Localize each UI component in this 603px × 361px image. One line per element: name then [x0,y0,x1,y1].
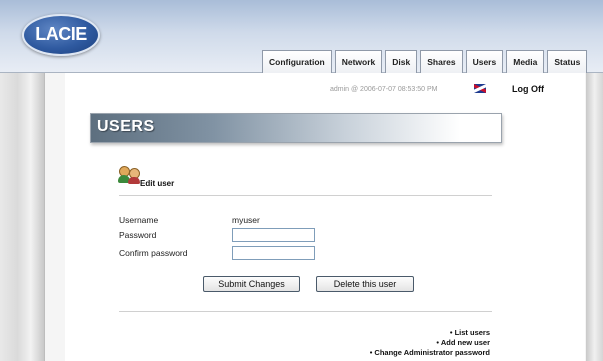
tab-media[interactable]: Media [506,50,545,73]
lacie-logo[interactable]: LACIE [22,14,100,56]
uk-flag-icon[interactable] [474,84,486,93]
divider-top [119,195,492,196]
confirm-password-field[interactable] [232,246,315,260]
change-admin-password-link[interactable]: • Change Administrator password [370,348,490,357]
session-status: admin @ 2006-07-07 08:53:50 PM [330,86,438,93]
tab-network[interactable]: Network [334,50,383,73]
username-value: myuser [232,215,260,225]
header-band: LACIE Configuration Network Disk Shares … [0,0,603,73]
password-field[interactable] [232,228,315,242]
add-new-user-link[interactable]: • Add new user [436,338,490,347]
main-nav-tabs: Configuration Network Disk Shares Users … [262,48,588,73]
tab-users[interactable]: Users [465,50,504,73]
logo-text: LACIE [35,24,87,44]
tab-configuration[interactable]: Configuration [262,50,332,73]
confirm-password-label: Confirm password [119,248,188,258]
tab-disk[interactable]: Disk [385,50,418,73]
tab-shares[interactable]: Shares [420,50,463,73]
list-users-link[interactable]: • List users [450,328,490,337]
page-title-bar: USERS [90,113,502,143]
logoff-link[interactable]: Log Off [512,84,544,94]
section-title: Edit user [140,179,175,188]
tab-status[interactable]: Status [547,50,588,73]
page-title: USERS [97,118,155,135]
submit-changes-button[interactable]: Submit Changes [203,276,300,292]
divider-bottom [119,311,492,312]
password-label: Password [119,230,157,240]
left-rail [0,73,45,361]
users-icon [118,166,141,184]
username-label: Username [119,215,159,225]
delete-user-button[interactable]: Delete this user [316,276,414,292]
lacie-admin-page: LACIE Configuration Network Disk Shares … [0,0,603,361]
right-rail [586,73,603,361]
